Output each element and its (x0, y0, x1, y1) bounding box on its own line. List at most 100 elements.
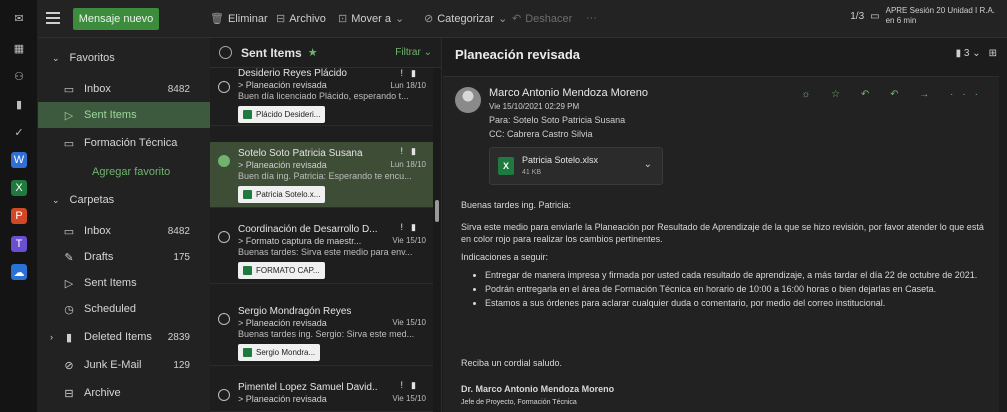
avatar[interactable] (455, 87, 481, 113)
folder-pane: ⌄ Favoritos ▭ Inbox 8482 ▷ Sent Items ▭ … (38, 38, 210, 412)
attachment-card[interactable]: X Patricia Sotelo.xlsx 41 KB ⌄ (489, 147, 663, 185)
folder-deleted-items[interactable]: › ▮ Deleted Items 2839 (38, 324, 210, 350)
page-indicator: 1/3 (850, 10, 865, 22)
trash-icon: 🗑 (210, 13, 224, 25)
select-all-checkbox[interactable] (219, 46, 232, 59)
inbox-icon: ▭ (63, 83, 75, 96)
list-scrollbar[interactable] (433, 68, 441, 412)
folder-scheduled[interactable]: ◷ Scheduled (38, 296, 210, 322)
pencil-icon: ✎ (64, 251, 74, 264)
archive-button[interactable]: ⊟ Archivo (276, 12, 326, 26)
message-list: Sent Items ★ Filtrar ⌄ Desiderio Reyes P… (210, 38, 442, 412)
add-favorite-link[interactable]: Agregar favorito (92, 166, 170, 178)
hamburger-menu-icon[interactable] (46, 12, 60, 24)
chevron-down-icon: ⌄ (394, 13, 405, 25)
flag-icons: !▮ (400, 146, 424, 156)
signature-name: Dr. Marco Antonio Mendoza Moreno (461, 384, 615, 394)
folder-archive[interactable]: ⊟ Archive (38, 380, 210, 406)
conversation-actions: ▮ 3 ⌄ ⊞ (956, 48, 997, 59)
move-icon: ⊡ (338, 13, 348, 25)
closing-line: Reciba un cordial saludo. (461, 358, 563, 368)
teams-icon[interactable]: T (11, 236, 27, 252)
calendar-event-icon: ▭ (870, 10, 880, 22)
chevron-down-icon: ⌄ (498, 13, 508, 25)
more-button[interactable]: ··· (586, 12, 597, 24)
select-radio[interactable] (218, 231, 230, 243)
filter-button[interactable]: Filtrar ⌄ (395, 47, 432, 58)
folder-title: Sent Items (241, 45, 302, 60)
move-to-button[interactable]: ⊡ Mover a ⌄ (338, 12, 405, 26)
select-radio[interactable] (218, 389, 230, 401)
attachment-chip[interactable]: Plácido Desideri... (238, 106, 326, 123)
onedrive-icon[interactable]: ☁ (11, 264, 27, 280)
folder-inbox[interactable]: ▭ Inbox 8482 (38, 218, 210, 244)
list-item[interactable]: Sotelo Soto Patricia Susana !▮ > Planeac… (210, 142, 436, 208)
fav-sent-items[interactable]: ▷ Sent Items (38, 102, 210, 128)
excel-file-icon (243, 348, 252, 357)
delete-button[interactable]: 🗑 Eliminar (210, 12, 268, 26)
attachment-count[interactable]: ▮ 3 ⌄ (956, 48, 981, 59)
list-item[interactable]: Pimentel Lopez Samuel David... !▮ > Plan… (210, 376, 436, 412)
people-icon[interactable]: ⚇ (11, 68, 27, 84)
star-icon[interactable]: ★ (308, 46, 318, 59)
inbox-icon: ▭ (63, 225, 75, 238)
attachment-chip[interactable]: FORMATO CAP... (238, 262, 325, 279)
excel-file-icon (243, 190, 252, 199)
clock-icon: ◷ (64, 303, 74, 316)
archive-icon: ⊟ (276, 13, 286, 25)
fav-formacion-tecnica[interactable]: ▭ Formación Técnica (38, 130, 210, 156)
folder-sent-items[interactable]: ▷ Sent Items (38, 270, 210, 296)
flag-icons: !▮ (400, 380, 424, 390)
attachment-chip[interactable]: Sergio Mondra... (238, 344, 321, 361)
folder-junk-email[interactable]: ⊘ Junk E-Mail 129 (38, 352, 210, 378)
list-item[interactable]: Coordinación de Desarrollo D... !▮ > For… (210, 218, 436, 284)
expand-icon[interactable]: ⊞ (989, 48, 997, 59)
word-icon[interactable]: W (11, 152, 27, 168)
file-icon (243, 110, 252, 119)
folders-header[interactable]: ⌄ Carpetas (38, 188, 210, 212)
conversation-title: Planeación revisada (455, 47, 581, 62)
bullet-list: Entregar de manera impresa y firmada por… (461, 269, 993, 311)
bullet-item: Podrán entregarla en el área de Formació… (485, 283, 993, 295)
favorites-header[interactable]: ⌄ Favoritos (38, 46, 210, 70)
sender-name[interactable]: Marco Antonio Mendoza Moreno (489, 87, 648, 99)
scrollbar-thumb[interactable] (435, 200, 439, 222)
categorize-button[interactable]: ⊘ Categorizar ⌄ (424, 12, 508, 26)
list-item[interactable]: Desiderio Reyes Plácido !▮ > Planeación … (210, 68, 436, 126)
attachment-chip[interactable]: Patricia Sotelo.x... (238, 186, 326, 203)
flag-icons: !▮ (400, 222, 424, 232)
select-radio[interactable] (218, 155, 230, 167)
calendar-icon[interactable]: ▦ (11, 40, 27, 56)
select-radio[interactable] (218, 313, 230, 325)
fav-inbox[interactable]: ▭ Inbox 8482 (38, 76, 210, 102)
folder-drafts[interactable]: ✎ Drafts 175 (38, 244, 210, 270)
trash-icon: ▮ (65, 331, 73, 344)
bullet-item: Entregar de manera impresa y firmada por… (485, 269, 993, 281)
reading-pane: Planeación revisada ▮ 3 ⌄ ⊞ Marco Antoni… (443, 38, 1007, 412)
upcoming-event[interactable]: APRE Sesión 20 Unidad I R.A. en 6 min (886, 6, 995, 26)
app-rail: ✉ ▦ ⚇ ▮ ✓ W X P T ☁ (0, 0, 38, 412)
select-radio[interactable] (218, 81, 230, 93)
sent-date: Vie 15/10/2021 02:29 PM (489, 102, 580, 111)
flag-icons: !▮ (400, 68, 424, 78)
todo-icon[interactable]: ✓ (11, 124, 27, 140)
command-bar: Mensaje nuevo 🗑 Eliminar ⊟ Archivo ⊡ Mover … (38, 0, 1007, 38)
archive-icon: ⊟ (64, 387, 74, 400)
excel-file-icon: X (498, 157, 514, 175)
list-item[interactable]: Sergio Mondragón Reyes > Planeación revi… (210, 300, 436, 366)
attachment-size: 41 KB (522, 169, 542, 176)
chevron-right-icon[interactable]: › (50, 332, 53, 342)
greeting: Buenas tardes ing. Patricia: (461, 200, 572, 210)
message-card: Marco Antonio Mendoza Moreno Vie 15/10/2… (443, 76, 999, 412)
files-icon[interactable]: ▮ (11, 96, 27, 112)
excel-icon[interactable]: X (11, 180, 27, 196)
mail-icon[interactable]: ✉ (11, 10, 27, 26)
undo-button[interactable]: ↶ Deshacer (512, 12, 572, 26)
chevron-down-icon[interactable]: ⌄ (644, 159, 652, 170)
cc-line: CC: Cabrera Castro Silvia (489, 129, 593, 139)
new-message-button[interactable]: Mensaje nuevo (73, 8, 159, 30)
folder-icon: ▭ (63, 137, 75, 150)
powerpoint-icon[interactable]: P (11, 208, 27, 224)
message-actions[interactable]: ☼ ☆ ↶ ↶ → ··· (801, 89, 987, 100)
send-icon: ▷ (64, 277, 74, 290)
